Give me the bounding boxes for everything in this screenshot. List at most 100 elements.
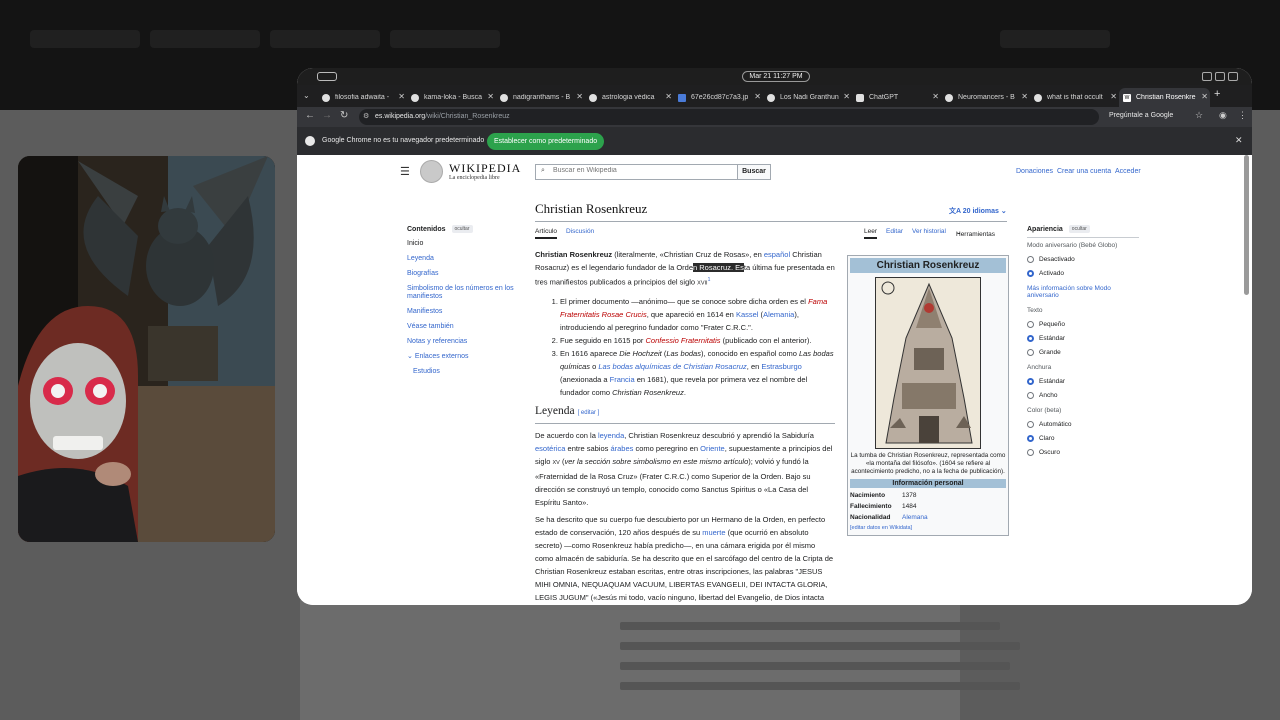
tab-history[interactable]: Ver historial <box>912 228 946 235</box>
browser-tab[interactable]: kama-loka - Busca ✕ <box>407 88 496 107</box>
close-tab-icon[interactable]: ✕ <box>398 92 405 101</box>
google-favicon-icon <box>1034 93 1042 102</box>
radio-button[interactable] <box>1027 321 1034 328</box>
page-scrollbar[interactable] <box>1244 155 1249 295</box>
toc-item-leyenda[interactable]: Leyenda <box>407 255 522 263</box>
language-selector[interactable]: 文A 20 idiomas ⌄ <box>949 206 1007 216</box>
radio-button[interactable] <box>1027 335 1034 342</box>
radio-button[interactable] <box>1027 449 1034 456</box>
radio-button[interactable] <box>1027 392 1034 399</box>
close-tab-icon[interactable]: ✕ <box>487 92 494 101</box>
donate-link[interactable]: Donaciones <box>1016 168 1053 175</box>
reload-icon[interactable]: ↻ <box>340 110 348 121</box>
wikipedia-globe-logo[interactable] <box>420 160 443 183</box>
radio-button[interactable] <box>1027 256 1034 263</box>
background-text-line <box>620 642 1020 650</box>
forward-icon[interactable]: → <box>322 110 332 121</box>
toc-item-inicio[interactable]: Inicio <box>407 240 522 248</box>
search-button[interactable]: Buscar <box>737 164 771 180</box>
browser-tab[interactable]: Neuromancers - B ✕ <box>941 88 1030 107</box>
radio-option[interactable]: Claro <box>1027 435 1139 442</box>
main-menu-icon[interactable]: ☰ <box>400 165 410 178</box>
radio-option[interactable]: Pequeño <box>1027 321 1139 328</box>
selected-text: n Rosacruz. Es <box>693 263 744 272</box>
radio-option[interactable]: Grande <box>1027 349 1139 356</box>
radio-option[interactable]: Ancho <box>1027 392 1139 399</box>
google-favicon-icon <box>322 93 330 102</box>
radio-button[interactable] <box>1027 435 1034 442</box>
wiki-search-box[interactable]: ⌕ <box>535 164 738 180</box>
browser-tab-active[interactable]: W Christian Rosenkre ✕ <box>1119 88 1210 107</box>
browser-tab[interactable]: filosofia adwaita - ✕ <box>318 88 407 107</box>
radio-button[interactable] <box>1027 378 1034 385</box>
browser-tab[interactable]: astrologia védica ✕ <box>585 88 674 107</box>
appearance-panel: Apariencia ocultar Modo aniversario (Bebé… <box>1027 225 1139 456</box>
radio-option[interactable]: Oscuro <box>1027 449 1139 456</box>
close-infobar-icon[interactable]: ✕ <box>1235 135 1243 146</box>
new-tab-icon[interactable]: + <box>1214 88 1220 100</box>
tab-read[interactable]: Leer <box>864 228 878 239</box>
browser-tab[interactable]: ChatGPT ✕ <box>852 88 941 107</box>
radio-button[interactable] <box>1027 270 1034 277</box>
radio-option[interactable]: Desactivado <box>1027 256 1139 263</box>
toc-item-estudios[interactable]: Estudios <box>413 368 522 376</box>
google-favicon-icon <box>589 93 597 102</box>
article-tabs: Artículo Discusión Leer Editar Ver histo… <box>535 225 1007 240</box>
radio-button[interactable] <box>1027 349 1034 356</box>
tab-talk[interactable]: Discusión <box>566 228 594 235</box>
site-info-icon[interactable]: ⚙ <box>363 112 369 120</box>
radio-option[interactable]: Estándar <box>1027 335 1139 342</box>
toc-item-notas[interactable]: Notas y referencias <box>407 338 522 346</box>
close-tab-icon[interactable]: ✕ <box>932 92 939 101</box>
edit-section-link[interactable]: [ editar ] <box>578 410 600 416</box>
bookmark-star-icon[interactable]: ☆ <box>1195 110 1203 121</box>
toc-item-manifiestos[interactable]: Manifiestos <box>407 308 522 316</box>
wikipedia-wordmark[interactable]: WIKIPEDIA <box>449 161 521 176</box>
google-favicon-icon <box>945 93 953 102</box>
menu-kebab-icon[interactable]: ⋮ <box>1238 110 1247 121</box>
close-tab-icon[interactable]: ✕ <box>1201 92 1208 101</box>
tools-menu[interactable]: Herramientas ⌄ <box>956 228 995 238</box>
close-tab-icon[interactable]: ✕ <box>754 92 761 101</box>
tray-icon[interactable] <box>1228 72 1238 81</box>
toc-hide-button[interactable]: ocultar <box>451 225 473 233</box>
radio-option[interactable]: Estándar <box>1027 378 1139 385</box>
create-account-link[interactable]: Crear una cuenta <box>1057 168 1111 175</box>
toc-item-vease-tambien[interactable]: Véase también <box>407 323 522 331</box>
close-tab-icon[interactable]: ✕ <box>843 92 850 101</box>
browser-tab[interactable]: Los Nadi Granthun ✕ <box>763 88 852 107</box>
radio-option[interactable]: Automático <box>1027 421 1139 428</box>
toc-item-simbolismo[interactable]: Simbolismo de los números en los manifie… <box>407 285 522 301</box>
anniversary-more-info-link[interactable]: Más información sobre Modo aniversario <box>1027 285 1139 299</box>
system-clock[interactable]: Mar 21 11:27 PM <box>742 71 810 82</box>
set-default-button[interactable]: Establecer como predeterminado <box>487 133 605 150</box>
tab-article[interactable]: Artículo <box>535 228 558 239</box>
address-bar[interactable]: ⚙ es.wikipedia.org/wiki/Christian_Rosenk… <box>359 109 1099 125</box>
ask-google-button[interactable]: Pregúntale a Google <box>1109 112 1173 119</box>
login-link[interactable]: Acceder <box>1115 168 1141 175</box>
search-input[interactable] <box>553 167 733 174</box>
edit-wikidata-link[interactable]: [editar datos en Wikidata] <box>850 523 1006 533</box>
browser-tab[interactable]: 67e26cd87c7a3.jp ✕ <box>674 88 763 107</box>
radio-button[interactable] <box>1027 421 1034 428</box>
tomb-engraving-image[interactable] <box>875 277 981 449</box>
close-tab-icon[interactable]: ✕ <box>1110 92 1117 101</box>
tab-search-icon[interactable]: ⌄ <box>303 91 310 100</box>
browser-tab[interactable]: what is that occult ✕ <box>1030 88 1119 107</box>
close-tab-icon[interactable]: ✕ <box>576 92 583 101</box>
appearance-hide-button[interactable]: ocultar <box>1068 225 1090 233</box>
profile-icon[interactable]: ◉ <box>1219 110 1227 121</box>
tab-edit[interactable]: Editar <box>886 228 903 235</box>
tray-icon[interactable] <box>1215 72 1225 81</box>
back-icon[interactable]: ← <box>305 110 315 121</box>
toc-item-enlaces-externos[interactable]: ⌄ Enlaces externos <box>407 353 522 361</box>
radio-option[interactable]: Activado <box>1027 270 1139 277</box>
close-tab-icon[interactable]: ✕ <box>1021 92 1028 101</box>
chevron-down-icon[interactable]: ⌄ <box>407 353 415 360</box>
activities-button[interactable] <box>317 72 337 81</box>
browser-tab[interactable]: nadigranthams - B ✕ <box>496 88 585 107</box>
close-tab-icon[interactable]: ✕ <box>665 92 672 101</box>
tray-icon[interactable] <box>1202 72 1212 81</box>
anniversary-group-label: Modo aniversario (Bebé Globo) <box>1027 242 1118 249</box>
toc-item-biografias[interactable]: Biografías <box>407 270 522 278</box>
